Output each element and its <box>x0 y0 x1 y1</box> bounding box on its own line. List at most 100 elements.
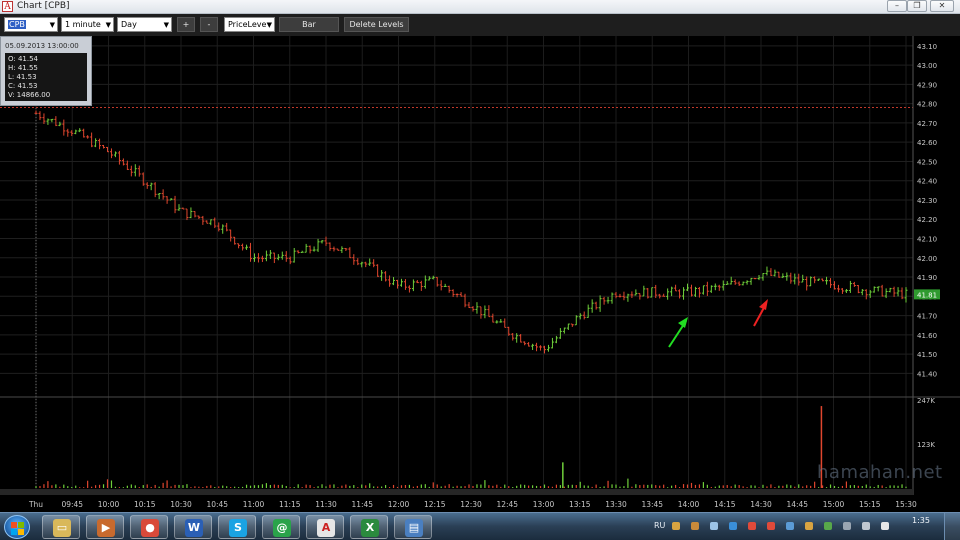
language-indicator[interactable]: RU <box>654 521 665 530</box>
tray-icon[interactable] <box>824 522 832 530</box>
mail-agent-icon: @ <box>273 519 291 537</box>
ohlc-info-panel: 05.09.2013 13:00:00 O: 41.54 H: 41.55 L:… <box>0 36 92 106</box>
last-price-marker: 41.81 <box>914 289 940 300</box>
price-tick-label: 42.30 <box>917 197 937 205</box>
delete-levels-button[interactable]: Delete Levels <box>344 17 409 32</box>
price-tick-label: 41.90 <box>917 274 937 282</box>
taskbar-app-mail-agent[interactable]: @ <box>262 515 300 539</box>
taskbar-app-media[interactable]: ▶ <box>86 515 124 539</box>
chart-type-button[interactable]: Bar <box>279 17 339 32</box>
study-select[interactable]: PriceLeve ▼ <box>224 17 275 32</box>
clock[interactable]: 1:35 <box>906 516 936 526</box>
price-tick-label: 42.50 <box>917 158 937 166</box>
tray-icon[interactable] <box>786 522 794 530</box>
time-tick-label: 14:30 <box>750 500 772 509</box>
desktop: A Chart [CPB] – ❐ ✕ CPB ▼ 1 minute ▼ Day… <box>0 0 960 540</box>
info-close: C: 41.53 <box>8 82 38 90</box>
time-tick-label: Thu <box>28 500 43 509</box>
trading-app-icon: A <box>317 519 335 537</box>
chevron-down-icon: ▼ <box>105 21 111 29</box>
show-desktop-button[interactable] <box>944 513 960 540</box>
period-value: Day <box>121 20 137 29</box>
price-tick-label: 42.60 <box>917 139 937 147</box>
price-tick-label: 42.20 <box>917 216 937 224</box>
excel-icon: X <box>361 519 379 537</box>
tray-icon[interactable] <box>672 522 680 530</box>
watermark: hamahan.net <box>817 462 943 483</box>
taskbar-app-excel[interactable]: X <box>350 515 388 539</box>
time-tick-label: 09:45 <box>61 500 83 509</box>
taskbar-app-word[interactable]: W <box>174 515 212 539</box>
time-tick-label: 13:30 <box>605 500 627 509</box>
interval-value: 1 minute <box>65 20 101 29</box>
time-tick-label: 13:45 <box>641 500 663 509</box>
app-logo-icon: A <box>2 1 13 12</box>
time-tick-label: 10:00 <box>98 500 120 509</box>
price-tick-label: 41.60 <box>917 332 937 340</box>
start-button[interactable] <box>4 515 30 539</box>
time-tick-label: 13:00 <box>533 500 555 509</box>
windows-logo-icon <box>11 522 17 528</box>
price-tick-label: 42.00 <box>917 255 937 263</box>
volume-tick-label: 247K <box>917 397 935 405</box>
time-tick-label: 10:15 <box>134 500 156 509</box>
price-tick-label: 42.10 <box>917 236 937 244</box>
chevron-down-icon: ▼ <box>266 21 272 29</box>
price-tick-label: 42.80 <box>917 101 937 109</box>
taskbar-app-chrome[interactable]: ● <box>130 515 168 539</box>
interval-select[interactable]: 1 minute ▼ <box>61 17 114 32</box>
price-chart[interactable]: 43.10 43.00 42.90 42.80 42.70 42.60 42.50 42.40… <box>0 36 960 512</box>
time-tick-label: 10:30 <box>170 500 192 509</box>
zoom-in-button[interactable]: + <box>177 17 195 32</box>
taskbar-app-explorer[interactable]: ▭ <box>42 515 80 539</box>
price-tick-label: 41.40 <box>917 370 937 378</box>
windows-logo-icon-part <box>18 529 24 535</box>
tray-icon[interactable] <box>862 522 870 530</box>
time-tick-label: 14:45 <box>786 500 808 509</box>
info-open: O: 41.54 <box>8 55 39 63</box>
window-title: Chart [CPB] <box>17 1 70 11</box>
minimize-button[interactable]: – <box>887 0 907 12</box>
taskbar: ▭ ▶ ● W S @ A X ▤ RU 1:35 <box>0 512 960 540</box>
symbol-select[interactable]: CPB ▼ <box>4 17 58 32</box>
tray-icon[interactable] <box>748 522 756 530</box>
windows-logo-icon-part <box>11 529 17 535</box>
time-tick-label: 15:00 <box>823 500 845 509</box>
time-tick-label: 14:00 <box>678 500 700 509</box>
time-tick-label: 11:45 <box>351 500 373 509</box>
tray-icon[interactable] <box>729 522 737 530</box>
close-button[interactable]: ✕ <box>930 0 954 12</box>
chart-toolbar: CPB ▼ 1 minute ▼ Day ▼ + - PriceLeve ▼ B… <box>0 14 960 36</box>
taskbar-app-notes[interactable]: ▤ <box>394 515 432 539</box>
price-tick-label: 42.40 <box>917 178 937 186</box>
explorer-icon: ▭ <box>53 519 71 537</box>
tray-icon[interactable] <box>881 522 889 530</box>
study-value: PriceLeve <box>228 20 267 29</box>
window-title-bar[interactable]: A Chart [CPB] – ❐ ✕ <box>0 0 960 14</box>
tray-icon[interactable] <box>767 522 775 530</box>
media-icon: ▶ <box>97 519 115 537</box>
info-high: H: 41.55 <box>8 64 38 72</box>
price-tick-label: 41.70 <box>917 313 937 321</box>
chevron-down-icon: ▼ <box>163 21 169 29</box>
symbol-value: CPB <box>8 20 26 29</box>
taskbar-app-skype[interactable]: S <box>218 515 256 539</box>
time-tick-label: 10:45 <box>206 500 228 509</box>
horizontal-scrollbar[interactable] <box>0 489 913 495</box>
last-price-label: 41.81 <box>917 291 937 299</box>
tray-icon[interactable] <box>805 522 813 530</box>
tray-icon[interactable] <box>710 522 718 530</box>
zoom-out-button[interactable]: - <box>200 17 218 32</box>
period-select[interactable]: Day ▼ <box>117 17 172 32</box>
chrome-icon: ● <box>141 519 159 537</box>
tray-icon[interactable] <box>691 522 699 530</box>
notes-icon: ▤ <box>405 519 423 537</box>
time-tick-label: 15:30 <box>895 500 917 509</box>
price-tick-label: 43.10 <box>917 43 937 51</box>
info-date: 05.09.2013 13:00:00 <box>5 42 79 50</box>
tray-icon[interactable] <box>843 522 851 530</box>
restore-button[interactable]: ❐ <box>907 0 927 12</box>
price-tick-label: 43.00 <box>917 62 937 70</box>
price-tick-label: 41.50 <box>917 351 937 359</box>
taskbar-app-trading-app[interactable]: A <box>306 515 344 539</box>
